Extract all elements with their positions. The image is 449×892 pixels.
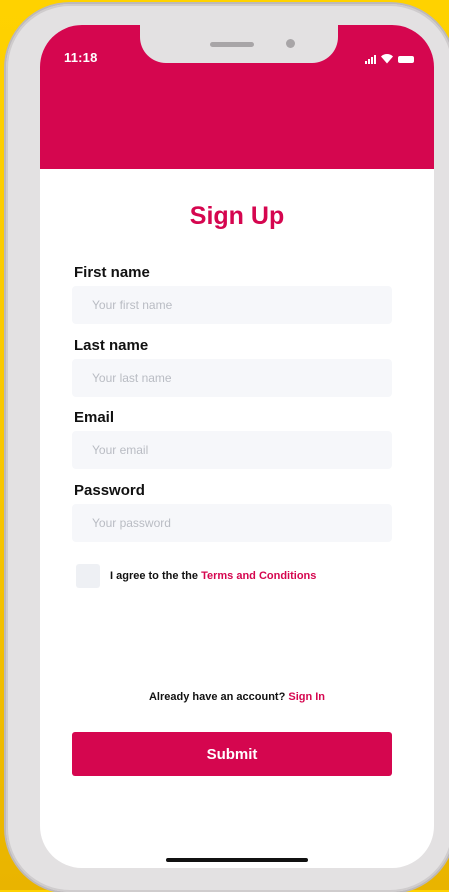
email-input[interactable] <box>72 431 392 469</box>
status-icons <box>365 52 414 64</box>
password-input[interactable] <box>72 504 392 542</box>
phone-frame: 11:18 Sign Up First name Last name Email… <box>6 4 449 892</box>
terms-agreement: I agree to the the Terms and Conditions <box>76 564 316 588</box>
status-time: 11:18 <box>64 50 98 65</box>
terms-link[interactable]: Terms and Conditions <box>201 570 316 582</box>
camera-icon <box>286 39 295 48</box>
signin-text: Already have an account? <box>148 691 289 703</box>
app-screen: 11:18 Sign Up First name Last name Email… <box>40 25 434 868</box>
battery-icon <box>398 56 414 63</box>
signal-icon <box>365 54 376 64</box>
signin-prompt: Already have an account? Sign In <box>40 691 434 703</box>
wifi-icon <box>381 54 393 64</box>
terms-text: I agree to the the Terms and Conditions <box>110 570 316 582</box>
speaker-grille <box>210 42 254 47</box>
last-name-label: Last name <box>74 337 149 354</box>
first-name-label: First name <box>74 264 150 281</box>
password-label: Password <box>74 482 145 499</box>
first-name-input[interactable] <box>72 286 392 324</box>
email-label: Email <box>74 409 115 426</box>
submit-button[interactable]: Submit <box>72 732 392 776</box>
home-indicator <box>166 858 308 862</box>
last-name-input[interactable] <box>72 359 392 397</box>
page-title: Sign Up <box>189 202 285 230</box>
terms-checkbox[interactable] <box>76 564 100 588</box>
terms-prefix: I agree to the the <box>110 570 202 582</box>
signin-link[interactable]: Sign In <box>288 691 325 703</box>
phone-notch <box>140 25 338 63</box>
